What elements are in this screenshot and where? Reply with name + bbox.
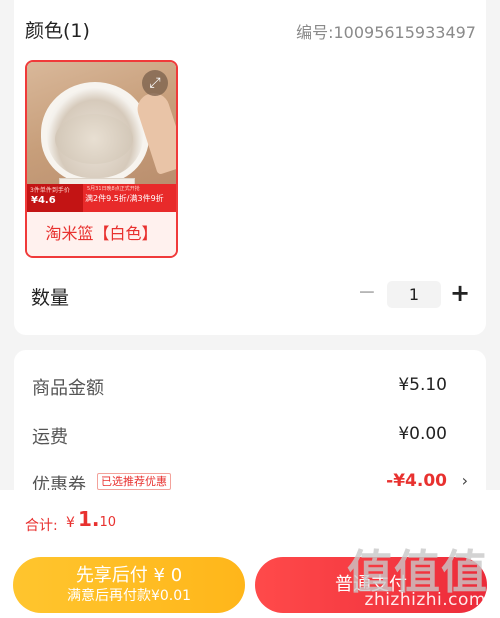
shipping-value: ¥0.00 [398, 424, 447, 444]
color-option-tile[interactable]: ⤢ 3件单件到手价 ¥4.6 5月31日晚8点正式开抢 满2件9.5折/满3件9… [25, 60, 178, 258]
total-currency: ¥ [66, 515, 75, 531]
expand-icon[interactable]: ⤢ [142, 70, 168, 96]
product-image[interactable]: ⤢ 3件单件到手价 ¥4.6 5月31日晚8点正式开抢 满2件9.5折/满3件9… [27, 62, 176, 212]
product-option-name[interactable]: 淘米篮【白色】 [27, 212, 176, 256]
quantity-label: 数量 [31, 287, 70, 309]
quantity-decrease-button[interactable]: − [356, 281, 378, 307]
promo-date: 5月31日晚8点正式开抢 [87, 186, 140, 192]
pay-later-main-label: 先享后付 ¥ 0 [75, 565, 183, 586]
promo-price-box: 3件单件到手价 ¥4.6 [27, 184, 83, 212]
rice-shape [55, 114, 133, 164]
promo-strip: 3件单件到手价 ¥4.6 5月31日晚8点正式开抢 满2件9.5折/满3件9折 [27, 184, 176, 212]
pay-later-sub-label: 满意后再付款¥0.01 [66, 588, 192, 604]
color-section-title: 颜色(1) [25, 20, 90, 42]
coupon-value[interactable]: -¥4.00 [386, 471, 447, 491]
goods-amount-value: ¥5.10 [398, 375, 447, 395]
quantity-increase-button[interactable]: + [448, 280, 472, 308]
total-amount-int: 1. [78, 507, 100, 531]
shipping-label: 运费 [32, 427, 68, 448]
quantity-input[interactable]: 1 [387, 281, 441, 308]
total-amount-cents: 10 [99, 515, 117, 530]
sku-code: 编号:10095615933497 [296, 23, 476, 42]
chevron-right-icon[interactable]: › [462, 471, 468, 490]
total-label: 合计: [25, 518, 58, 534]
pay-later-button[interactable]: 先享后付 ¥ 0 满意后再付款¥0.01 [13, 557, 245, 613]
coupon-recommend-tag: 已选推荐优惠 [97, 473, 171, 490]
promo-tag-small: 3件单件到手价 [30, 187, 70, 194]
total-amount: 1.10 [78, 507, 116, 531]
goods-amount-label: 商品金额 [32, 378, 104, 399]
promo-text: 满2件9.5折/满3件9折 [85, 194, 164, 203]
promo-price: ¥4.6 [31, 195, 56, 206]
normal-pay-button[interactable]: 普通支付 [255, 557, 487, 613]
